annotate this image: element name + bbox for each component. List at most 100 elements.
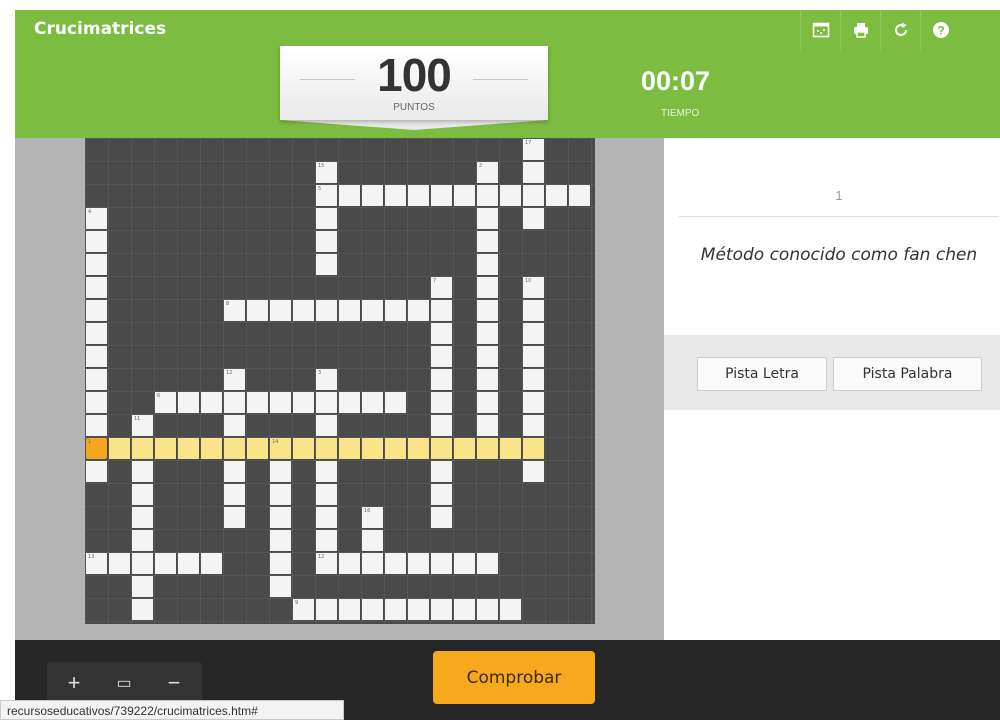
grid-cell[interactable] (477, 185, 498, 206)
grid-cell[interactable] (385, 185, 406, 206)
grid-cell[interactable] (523, 415, 544, 436)
puzzle-icon[interactable] (800, 10, 841, 50)
grid-cell[interactable] (270, 300, 291, 321)
grid-cell[interactable] (316, 415, 337, 436)
grid-cell[interactable] (155, 438, 176, 459)
zoom-in-button[interactable]: + (49, 662, 99, 704)
grid-cell[interactable] (523, 208, 544, 229)
grid-cell[interactable] (224, 415, 245, 436)
grid-cell[interactable] (477, 438, 498, 459)
grid-cell[interactable] (316, 507, 337, 528)
grid-cell[interactable] (132, 438, 153, 459)
grid-cell[interactable] (408, 185, 429, 206)
grid-cell[interactable] (293, 438, 314, 459)
grid-cell[interactable] (500, 185, 521, 206)
grid-cell[interactable] (500, 599, 521, 620)
grid-cell[interactable] (477, 277, 498, 298)
grid-cell[interactable] (270, 507, 291, 528)
grid-cell[interactable] (385, 438, 406, 459)
grid-cell[interactable] (408, 300, 429, 321)
grid-cell[interactable] (109, 438, 130, 459)
grid-cell[interactable] (109, 553, 130, 574)
grid-cell[interactable] (477, 208, 498, 229)
grid-cell[interactable] (201, 438, 222, 459)
grid-cell[interactable] (339, 392, 360, 413)
grid-cell[interactable] (408, 599, 429, 620)
grid-cell[interactable] (431, 300, 452, 321)
grid-cell[interactable] (431, 438, 452, 459)
grid-cell[interactable] (477, 231, 498, 252)
grid-cell[interactable] (224, 507, 245, 528)
grid-cell[interactable] (523, 392, 544, 413)
grid-cell[interactable] (316, 599, 337, 620)
grid-cell[interactable] (316, 208, 337, 229)
grid-cell[interactable] (362, 553, 383, 574)
grid-cell[interactable] (385, 599, 406, 620)
grid-cell[interactable] (362, 530, 383, 551)
grid-cell[interactable] (86, 277, 107, 298)
zoom-out-button[interactable]: − (149, 662, 199, 704)
grid-cell[interactable] (316, 300, 337, 321)
crossword-grid[interactable]: 1 2 3 4 5 6 7 8 9 10 11 12 13 14 15 16 17 12 (85, 138, 595, 624)
grid-cell[interactable] (454, 185, 475, 206)
grid-cell[interactable] (201, 553, 222, 574)
grid-cell[interactable] (385, 553, 406, 574)
grid-cell[interactable] (86, 415, 107, 436)
grid-cell[interactable] (316, 530, 337, 551)
grid-cell[interactable] (86, 369, 107, 390)
grid-cell[interactable] (523, 461, 544, 482)
grid-cell[interactable] (316, 231, 337, 252)
grid-cell[interactable] (178, 553, 199, 574)
grid-cell[interactable] (132, 599, 153, 620)
grid-cell[interactable] (86, 392, 107, 413)
grid-cell[interactable] (86, 323, 107, 344)
grid-cell[interactable] (431, 185, 452, 206)
grid-cell[interactable] (247, 438, 268, 459)
grid-cell[interactable] (477, 599, 498, 620)
grid-cell[interactable] (477, 300, 498, 321)
grid-cell[interactable] (431, 461, 452, 482)
grid-cell[interactable] (431, 369, 452, 390)
grid-cell[interactable] (247, 300, 268, 321)
grid-cell[interactable] (132, 507, 153, 528)
grid-cell[interactable] (454, 438, 475, 459)
grid-cell[interactable] (224, 484, 245, 505)
grid-cell[interactable] (86, 346, 107, 367)
restart-icon[interactable] (880, 10, 921, 50)
grid-cell[interactable] (477, 254, 498, 275)
grid-cell[interactable] (362, 185, 383, 206)
grid-cell[interactable] (362, 599, 383, 620)
grid-cell[interactable] (477, 369, 498, 390)
grid-cell[interactable] (431, 553, 452, 574)
grid-cell[interactable] (132, 461, 153, 482)
grid-cell[interactable] (339, 553, 360, 574)
grid-cell[interactable] (339, 599, 360, 620)
grid-cell[interactable] (270, 461, 291, 482)
grid-cell[interactable] (316, 461, 337, 482)
grid-cell[interactable] (477, 392, 498, 413)
grid-cell[interactable] (431, 599, 452, 620)
grid-cell[interactable] (293, 392, 314, 413)
check-button[interactable]: Comprobar (433, 651, 595, 704)
word-hint-button[interactable]: Pista Palabra (833, 357, 982, 391)
grid-cell[interactable] (86, 300, 107, 321)
grid-cell[interactable] (408, 438, 429, 459)
grid-cell[interactable] (224, 461, 245, 482)
grid-cell[interactable] (132, 553, 153, 574)
grid-cell[interactable] (270, 484, 291, 505)
grid-cell[interactable] (86, 254, 107, 275)
grid-cell[interactable] (316, 438, 337, 459)
grid-cell[interactable] (431, 323, 452, 344)
grid-cell[interactable] (523, 346, 544, 367)
grid-cell[interactable] (201, 392, 222, 413)
grid-cell[interactable] (454, 553, 475, 574)
grid-cell[interactable] (477, 415, 498, 436)
zoom-fit-button[interactable]: ▭ (99, 662, 149, 704)
grid-cell[interactable] (362, 300, 383, 321)
grid-cell[interactable] (454, 599, 475, 620)
grid-cell[interactable] (132, 576, 153, 597)
grid-cell[interactable] (155, 553, 176, 574)
grid-cell[interactable] (339, 185, 360, 206)
grid-cell[interactable] (270, 576, 291, 597)
grid-cell[interactable] (224, 438, 245, 459)
